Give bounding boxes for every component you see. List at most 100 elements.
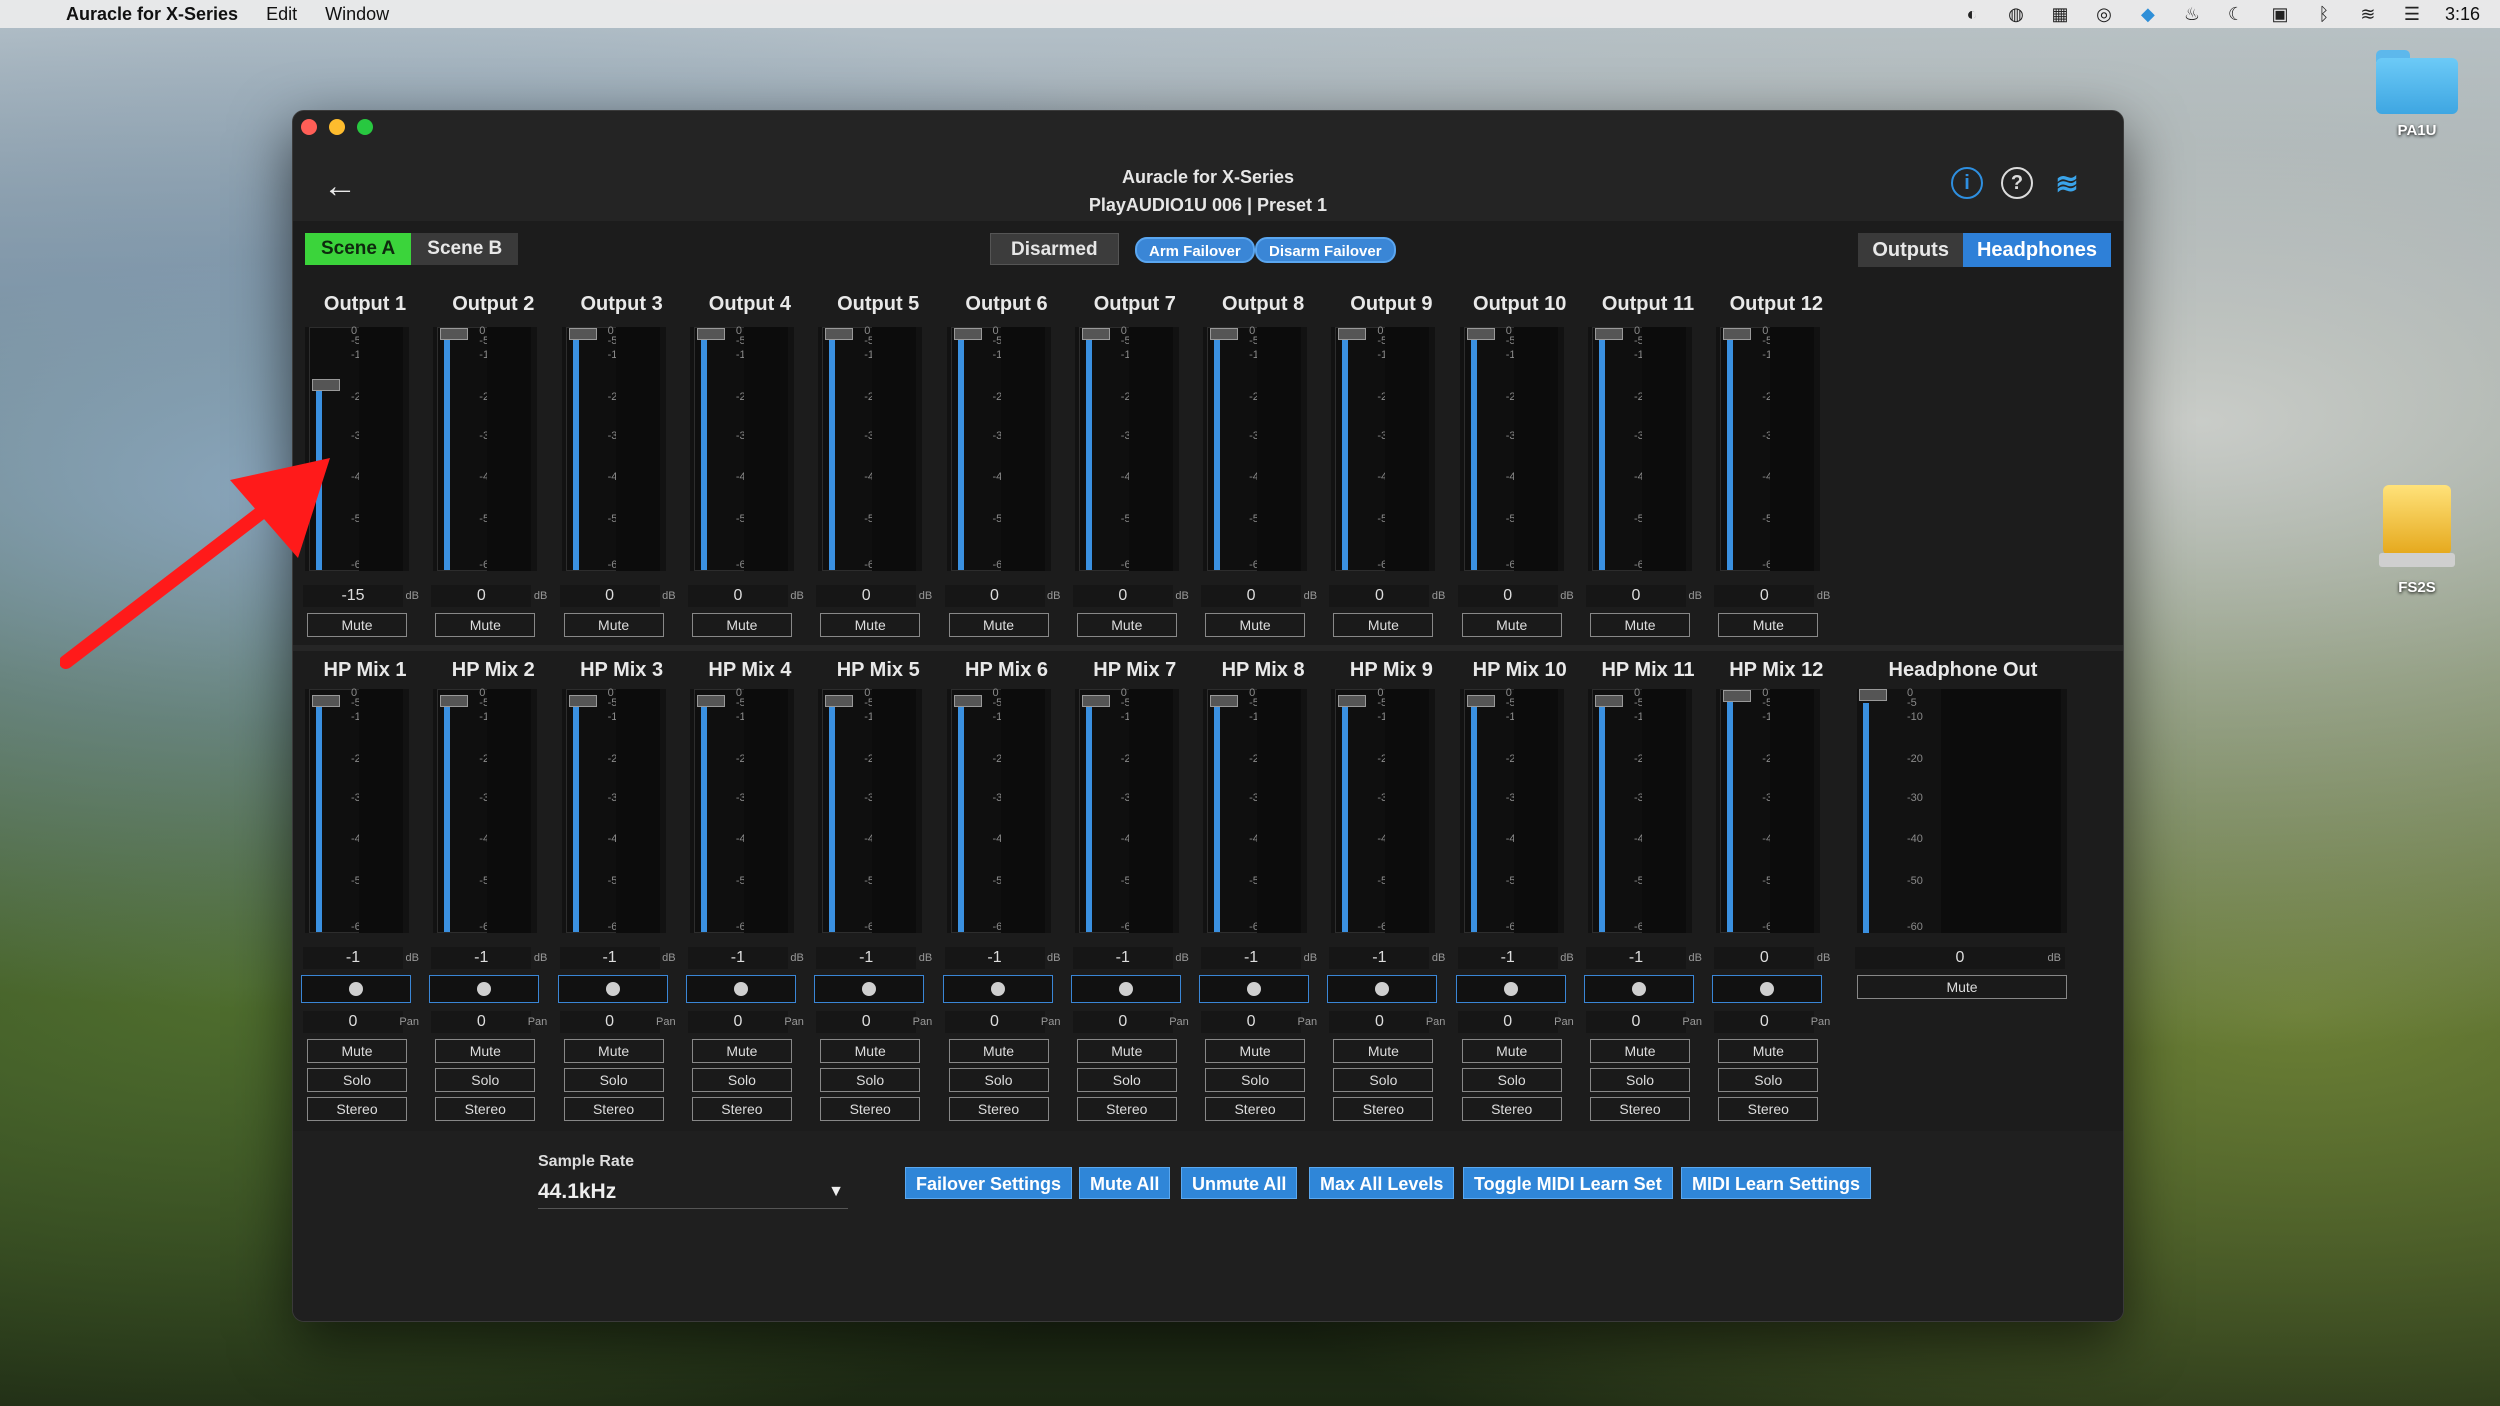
sample-rate-select[interactable]: 44.1kHz ▼ [538, 1175, 848, 1209]
output-fader-knob[interactable] [1210, 328, 1239, 340]
hp-mix-fader[interactable]: 0-5-10-20-30-40-50-60 [946, 687, 1051, 933]
hp-mix-mute-button[interactable]: Mute [1205, 1039, 1306, 1063]
status-app-icon[interactable]: ◐ [1961, 4, 1983, 25]
hp-mix-solo-button[interactable]: Solo [948, 1068, 1049, 1092]
output-fader-knob[interactable] [1466, 328, 1495, 340]
output-fader[interactable]: 0-5-10-20-30-40-50-60 [1331, 325, 1436, 571]
output-mute-button[interactable]: Mute [1590, 613, 1690, 637]
minimize-window-button[interactable] [329, 119, 345, 135]
hp-mix-pan-value[interactable]: 0 Pan [303, 1011, 419, 1033]
hp-mix-level-value[interactable]: 0 dB [1714, 947, 1830, 969]
hp-mix-stereo-button[interactable]: Stereo [1461, 1097, 1562, 1121]
status-wifi-icon[interactable]: ≋ [2357, 4, 2379, 25]
output-level-value[interactable]: 0 dB [944, 585, 1061, 607]
scene-b-button[interactable]: Scene B [411, 233, 519, 265]
hp-mix-fader[interactable]: 0-5-10-20-30-40-50-60 [1588, 687, 1692, 933]
status-control-center-icon[interactable]: ☰ [2401, 4, 2423, 25]
output-fader-knob[interactable] [953, 328, 982, 340]
hp-mix-fader-knob[interactable] [1466, 695, 1495, 707]
output-fader-knob[interactable] [1723, 328, 1752, 340]
hp-mix-pan-value[interactable]: 0 Pan [1586, 1011, 1702, 1033]
close-window-button[interactable] [301, 119, 317, 135]
hp-mix-fader[interactable]: 0-5-10-20-30-40-50-60 [1203, 687, 1308, 933]
hp-mix-pan-knob[interactable] [814, 975, 925, 1003]
output-fader[interactable]: 0-5-10-20-30-40-50-60 [1459, 325, 1564, 571]
hp-mix-level-value[interactable]: -1 dB [1457, 947, 1574, 969]
status-globe-icon[interactable]: ◍ [2005, 4, 2027, 25]
output-mute-button[interactable]: Mute [435, 613, 536, 637]
hp-mix-pan-value[interactable]: 0 Pan [1457, 1011, 1574, 1033]
hp-mix-fader-knob[interactable] [696, 695, 725, 707]
hp-mix-pan-value[interactable]: 0 Pan [559, 1011, 676, 1033]
hp-mix-pan-value[interactable]: 0 Pan [1072, 1011, 1189, 1033]
hp-mix-pan-knob[interactable] [1327, 975, 1438, 1003]
hp-mix-pan-value[interactable]: 0 Pan [1329, 1011, 1445, 1033]
mute-all-button[interactable]: Mute All [1079, 1167, 1171, 1199]
output-mute-button[interactable]: Mute [1333, 613, 1434, 637]
hp-mix-mute-button[interactable]: Mute [1333, 1039, 1434, 1063]
output-mute-button[interactable]: Mute [691, 613, 792, 637]
hp-mix-stereo-button[interactable]: Stereo [948, 1097, 1049, 1121]
hp-mix-fader[interactable]: 0-5-10-20-30-40-50-60 [1459, 687, 1564, 933]
hp-mix-pan-knob[interactable] [1199, 975, 1310, 1003]
status-moon-icon[interactable]: ☾ [2225, 4, 2247, 25]
hp-mix-stereo-button[interactable]: Stereo [820, 1097, 921, 1121]
hp-mix-pan-knob[interactable] [1070, 975, 1181, 1003]
hp-mix-fader[interactable]: 0-5-10-20-30-40-50-60 [1716, 687, 1821, 933]
hp-mix-stereo-button[interactable]: Stereo [307, 1097, 407, 1121]
hp-mix-mute-button[interactable]: Mute [1718, 1039, 1819, 1063]
hp-mix-stereo-button[interactable]: Stereo [563, 1097, 664, 1121]
output-fader-knob[interactable] [1595, 328, 1623, 340]
output-mute-button[interactable]: Mute [948, 613, 1049, 637]
hp-mix-fader[interactable]: 0-5-10-20-30-40-50-60 [433, 687, 538, 933]
output-fader[interactable]: 0-5-10-20-30-40-50-60 [689, 325, 794, 571]
output-level-value[interactable]: 0 dB [1714, 585, 1830, 607]
hp-mix-mute-button[interactable]: Mute [948, 1039, 1049, 1063]
help-icon[interactable]: ? [2001, 167, 2033, 199]
arm-state-indicator[interactable]: Disarmed [990, 233, 1119, 265]
hp-mix-stereo-button[interactable]: Stereo [1590, 1097, 1690, 1121]
zoom-window-button[interactable] [357, 119, 373, 135]
menu-window[interactable]: Window [325, 4, 389, 25]
info-icon[interactable]: i [1951, 167, 1983, 199]
hp-mix-fader[interactable]: 0-5-10-20-30-40-50-60 [561, 687, 666, 933]
output-fader[interactable]: 0-5-10-20-30-40-50-60 [561, 325, 666, 571]
output-mute-button[interactable]: Mute [307, 613, 407, 637]
hp-mix-level-value[interactable]: -1 dB [1072, 947, 1189, 969]
output-level-value[interactable]: 0 dB [1457, 585, 1574, 607]
hp-mix-fader-knob[interactable] [440, 695, 469, 707]
hp-mix-level-value[interactable]: -1 dB [303, 947, 419, 969]
output-fader[interactable]: 0-5-10-20-30-40-50-60 [1074, 325, 1179, 571]
hp-mix-pan-value[interactable]: 0 Pan [1201, 1011, 1317, 1033]
hp-mix-mute-button[interactable]: Mute [691, 1039, 792, 1063]
output-fader-knob[interactable] [825, 328, 854, 340]
output-level-value[interactable]: 0 dB [687, 585, 804, 607]
output-fader[interactable]: 0-5-10-20-30-40-50-60 [433, 325, 538, 571]
hp-mix-level-value[interactable]: -1 dB [816, 947, 932, 969]
output-fader-knob[interactable] [1081, 328, 1110, 340]
hp-mix-fader[interactable]: 0-5-10-20-30-40-50-60 [1331, 687, 1436, 933]
hp-mix-stereo-button[interactable]: Stereo [1205, 1097, 1306, 1121]
desktop-icon-fs2s[interactable]: FS2S [2372, 485, 2462, 596]
hp-mix-fader-knob[interactable] [1723, 690, 1752, 702]
hp-mix-solo-button[interactable]: Solo [1718, 1068, 1819, 1092]
hp-mix-fader[interactable]: 0-5-10-20-30-40-50-60 [689, 687, 794, 933]
status-password-icon[interactable]: ◎ [2093, 4, 2115, 25]
hp-mix-stereo-button[interactable]: Stereo [691, 1097, 792, 1121]
hp-mix-level-value[interactable]: -1 dB [1329, 947, 1445, 969]
menubar-clock[interactable]: 3:16 [2445, 4, 2480, 25]
hp-mix-level-value[interactable]: -1 dB [1586, 947, 1702, 969]
status-network-icon[interactable]: ◆ [2137, 4, 2159, 25]
output-level-value[interactable]: 0 dB [1329, 585, 1445, 607]
unmute-all-button[interactable]: Unmute All [1181, 1167, 1298, 1199]
hp-mix-mute-button[interactable]: Mute [307, 1039, 407, 1063]
output-fader-knob[interactable] [312, 379, 340, 391]
brand-logo-icon[interactable]: ≋ [2051, 167, 2083, 199]
hp-mix-mute-button[interactable]: Mute [435, 1039, 536, 1063]
scene-a-button[interactable]: Scene A [305, 233, 412, 265]
hp-mix-pan-value[interactable]: 0 Pan [431, 1011, 547, 1033]
status-flame-icon[interactable]: ♨ [2181, 4, 2203, 25]
output-fader-knob[interactable] [696, 328, 725, 340]
hp-mix-fader-knob[interactable] [1210, 695, 1239, 707]
hp-mix-fader[interactable]: 0-5-10-20-30-40-50-60 [1074, 687, 1179, 933]
